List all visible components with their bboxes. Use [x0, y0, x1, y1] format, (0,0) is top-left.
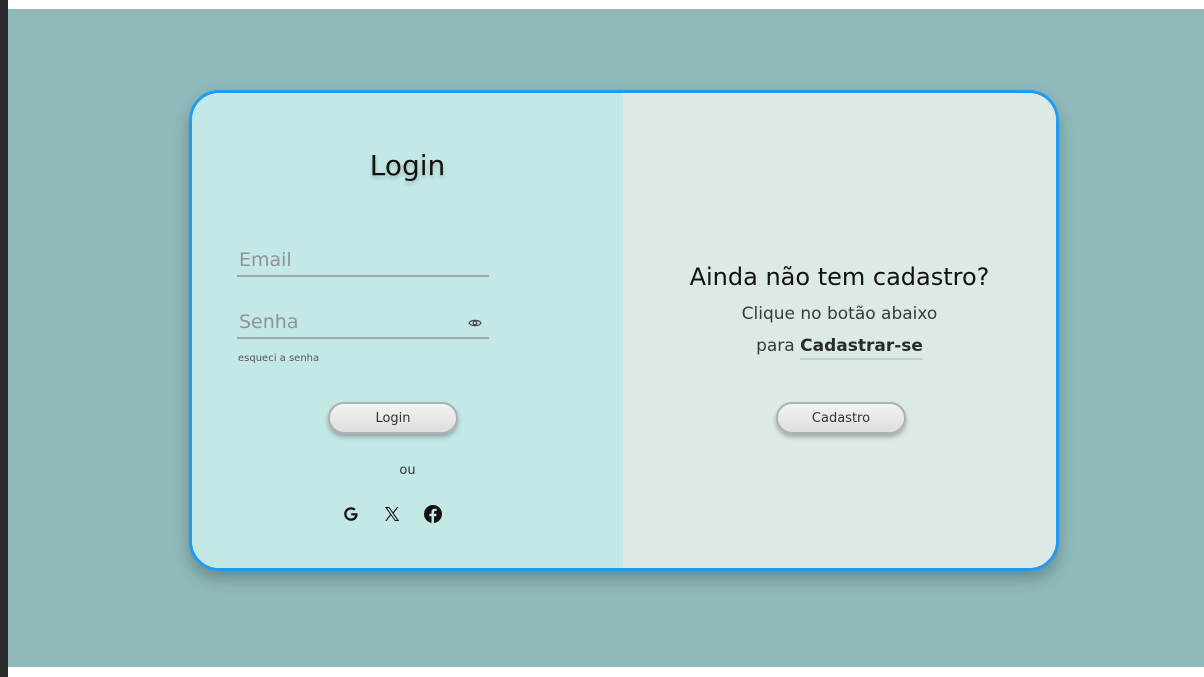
facebook-icon[interactable] [422, 503, 444, 525]
cadastro-button[interactable]: Cadastro [776, 402, 906, 434]
app-window: Login esqueci a senha Login ou [0, 0, 1204, 677]
email-field[interactable] [237, 247, 489, 277]
register-subtext: para Cadastrar-se [623, 336, 1056, 360]
login-panel: Login esqueci a senha Login ou [192, 93, 623, 568]
register-heading: Ainda não tem cadastro? [689, 263, 990, 291]
eye-icon[interactable] [468, 315, 482, 329]
register-instruction: Clique no botão abaixo [741, 304, 938, 324]
social-login-row [340, 503, 444, 525]
x-icon[interactable] [381, 503, 403, 525]
register-panel: Ainda não tem cadastro? Clique no botão … [623, 93, 1056, 568]
separator-text: ou [399, 463, 416, 478]
login-button[interactable]: Login [328, 402, 458, 434]
window-edge [0, 0, 8, 677]
register-subtext-prefix: para [756, 336, 801, 356]
forgot-password-link[interactable]: esqueci a senha [238, 353, 319, 364]
login-title: Login [369, 149, 446, 182]
password-field[interactable] [237, 309, 489, 339]
page-background: Login esqueci a senha Login ou [8, 9, 1204, 667]
register-emphasis: Cadastrar-se [800, 336, 923, 360]
google-icon[interactable] [340, 503, 362, 525]
auth-card: Login esqueci a senha Login ou [189, 90, 1059, 571]
